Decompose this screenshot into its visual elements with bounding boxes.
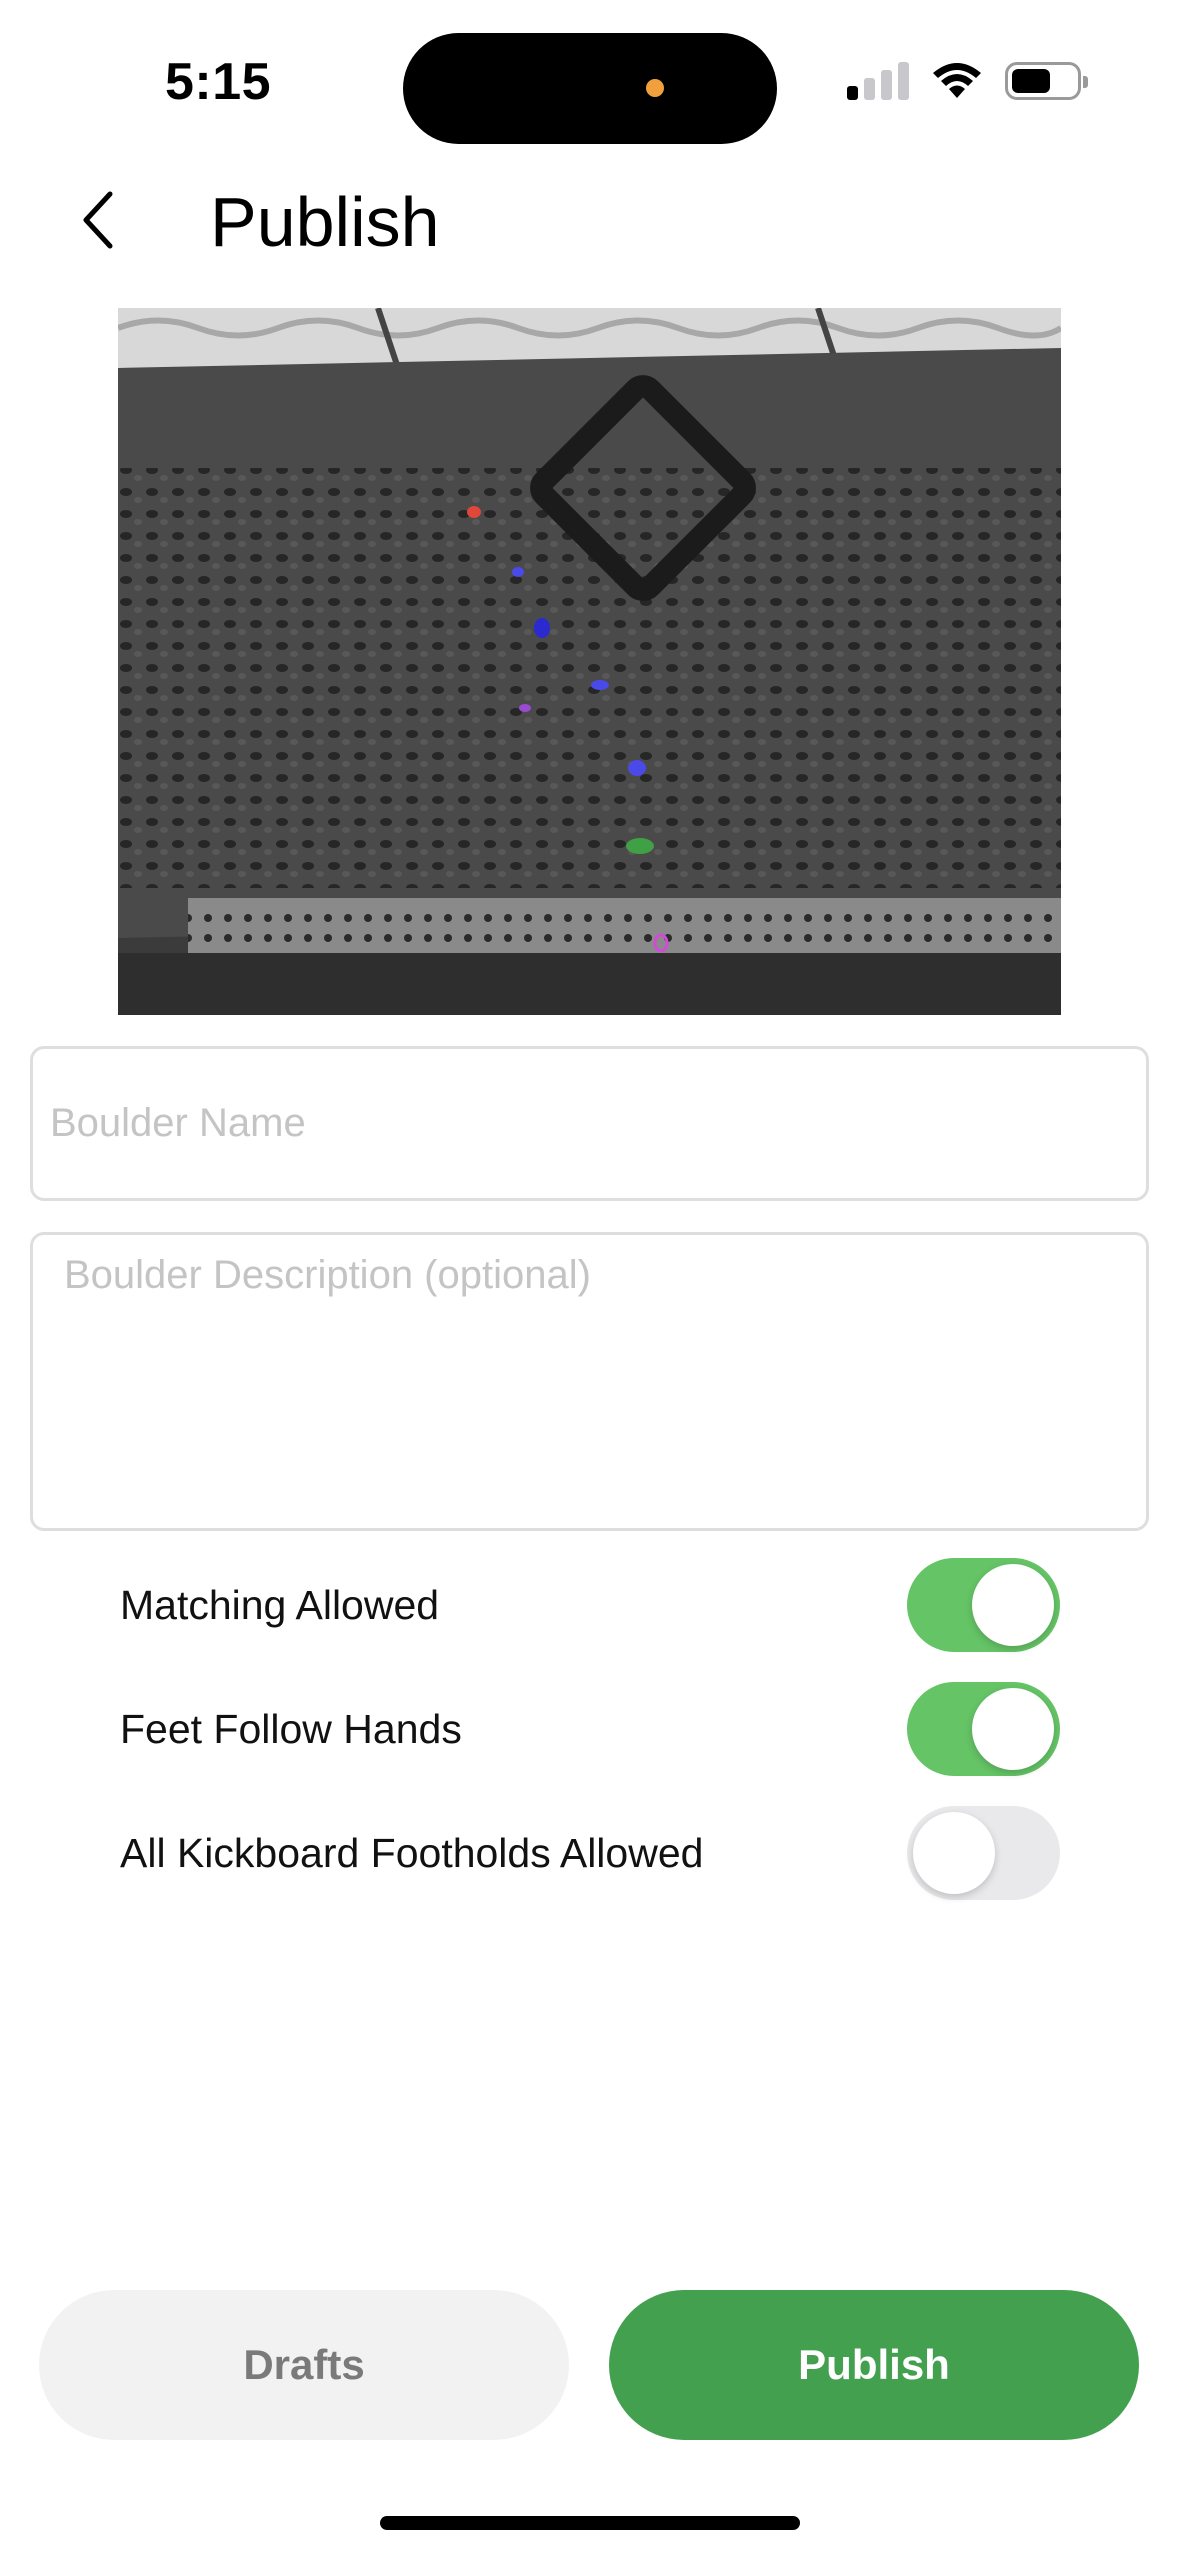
toggle-label: All Kickboard Footholds Allowed [120, 1829, 704, 1876]
boulder-wall-image [118, 308, 1061, 1015]
drafts-button[interactable]: Drafts [39, 2290, 569, 2440]
toggle-label: Matching Allowed [120, 1581, 440, 1628]
toggle-label: Feet Follow Hands [120, 1705, 462, 1752]
boulder-description-input[interactable] [33, 1235, 1146, 1528]
battery-icon [1005, 62, 1088, 100]
status-time: 5:15 [165, 53, 272, 111]
boulder-name-input[interactable] [33, 1049, 1146, 1198]
publish-button[interactable]: Publish [609, 2290, 1139, 2440]
wifi-icon [933, 63, 981, 98]
chevron-left-icon[interactable] [70, 190, 130, 250]
home-indicator[interactable] [380, 2516, 800, 2530]
dynamic-island [403, 33, 777, 144]
boulder-name-field[interactable] [30, 1046, 1149, 1201]
feet-follow-hands-toggle[interactable] [907, 1682, 1060, 1776]
toggle-row-feet-follow: Feet Follow Hands [120, 1679, 1060, 1779]
matching-allowed-toggle[interactable] [907, 1558, 1060, 1652]
kickboard-footholds-toggle[interactable] [907, 1806, 1060, 1900]
page-title: Publish [210, 183, 440, 261]
toggle-row-matching: Matching Allowed [120, 1555, 1060, 1655]
boulder-description-field[interactable] [30, 1232, 1149, 1531]
status-icons [847, 62, 1088, 100]
signal-icon [847, 62, 909, 100]
toggle-row-kickboard: All Kickboard Footholds Allowed [120, 1803, 1060, 1903]
wall-photo [118, 308, 1061, 1015]
privacy-indicator-icon [646, 79, 664, 97]
